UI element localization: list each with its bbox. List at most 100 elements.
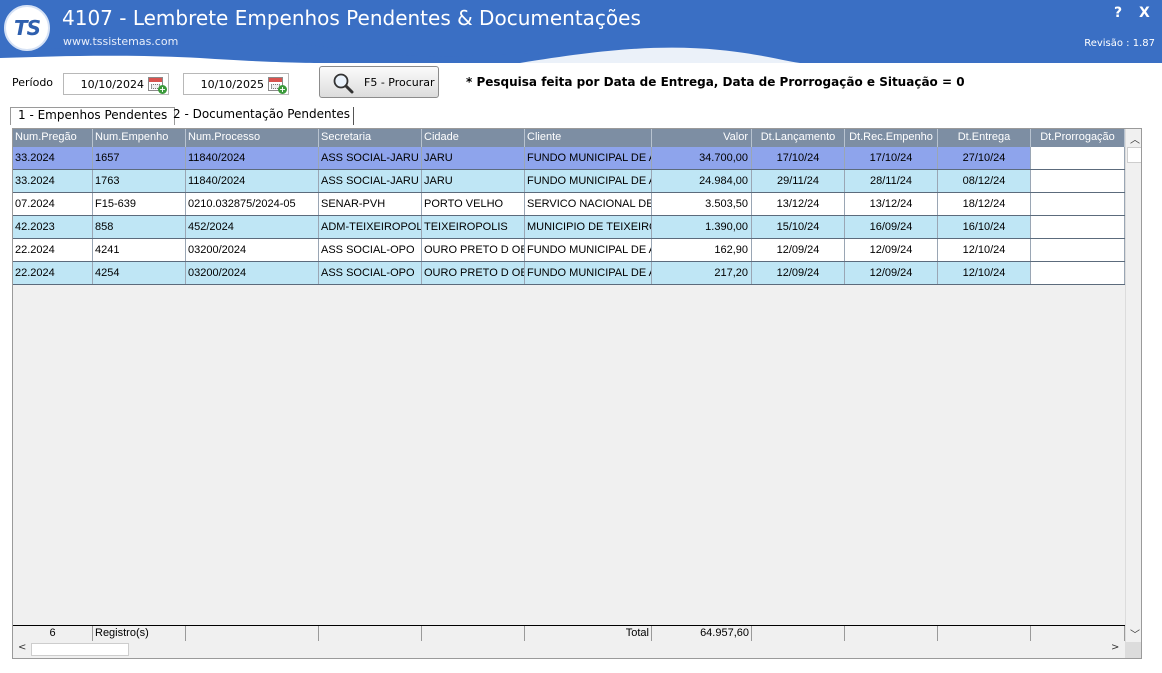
column-header-dt-entrega[interactable]: Dt.Entrega — [938, 129, 1031, 147]
cell-num-pregao[interactable]: 33.2024 — [13, 147, 93, 169]
cell-dt-lancamento[interactable]: 17/10/24 — [752, 147, 845, 169]
column-header-secretaria[interactable]: Secretaria — [319, 129, 422, 147]
cell-valor[interactable]: 217,20 — [652, 262, 752, 284]
date-from-field[interactable]: 10/10/2024 + — [63, 73, 169, 95]
cell-cliente[interactable]: FUNDO MUNICIPAL DE AS — [525, 262, 652, 284]
cell-num-pregao[interactable]: 22.2024 — [13, 262, 93, 284]
column-header-dt-prorrogacao[interactable]: Dt.Prorrogação — [1031, 129, 1125, 147]
calendar-icon[interactable]: + — [148, 77, 167, 94]
cell-dt-rec-empenho[interactable]: 12/09/24 — [845, 262, 938, 284]
column-header-dt-lancamento[interactable]: Dt.Lançamento — [752, 129, 845, 147]
cell-num-pregao[interactable]: 07.2024 — [13, 193, 93, 215]
cell-dt-entrega[interactable]: 27/10/24 — [938, 147, 1031, 169]
cell-secretaria[interactable]: ADM-TEIXEIROPOLIS — [319, 216, 422, 238]
horizontal-scrollbar[interactable]: < > — [13, 641, 1125, 658]
scroll-right-icon[interactable]: > — [1111, 642, 1119, 653]
table-row[interactable]: 42.2023 858 452/2024 ADM-TEIXEIROPOLIS TEIXE… — [13, 216, 1125, 239]
cell-num-empenho[interactable]: F15-639 — [93, 193, 186, 215]
cell-dt-rec-empenho[interactable]: 12/09/24 — [845, 239, 938, 261]
cell-dt-lancamento[interactable]: 12/09/24 — [752, 239, 845, 261]
column-header-dt-rec-empenho[interactable]: Dt.Rec.Empenho — [845, 129, 938, 147]
cell-valor[interactable]: 3.503,50 — [652, 193, 752, 215]
cell-cliente[interactable]: MUNICIPIO DE TEIXEIROI — [525, 216, 652, 238]
cell-valor[interactable]: 1.390,00 — [652, 216, 752, 238]
cell-cidade[interactable]: PORTO VELHO — [422, 193, 525, 215]
cell-dt-rec-empenho[interactable]: 17/10/24 — [845, 147, 938, 169]
cell-dt-rec-empenho[interactable]: 16/09/24 — [845, 216, 938, 238]
cell-secretaria[interactable]: ASS SOCIAL-OPO — [319, 262, 422, 284]
cell-dt-lancamento[interactable]: 13/12/24 — [752, 193, 845, 215]
cell-num-processo[interactable]: 0210.032875/2024-05 — [186, 193, 319, 215]
cell-dt-entrega[interactable]: 18/12/24 — [938, 193, 1031, 215]
cell-dt-lancamento[interactable]: 15/10/24 — [752, 216, 845, 238]
column-header-cliente[interactable]: Cliente — [525, 129, 652, 147]
column-header-valor[interactable]: Valor — [652, 129, 752, 147]
cell-dt-prorrogacao[interactable] — [1031, 216, 1125, 238]
scroll-left-icon[interactable]: < — [18, 642, 26, 653]
table-row[interactable]: 33.2024 1763 11840/2024 ASS SOCIAL-JARU JARU… — [13, 170, 1125, 193]
cell-dt-entrega[interactable]: 16/10/24 — [938, 216, 1031, 238]
cell-cidade[interactable]: OURO PRETO D OES — [422, 262, 525, 284]
column-header-num-pregao[interactable]: Num.Pregão — [13, 129, 93, 147]
cell-dt-prorrogacao[interactable] — [1031, 239, 1125, 261]
cell-num-processo[interactable]: 03200/2024 — [186, 262, 319, 284]
table-row[interactable]: 33.2024 1657 11840/2024 ASS SOCIAL-JARU JARU… — [13, 147, 1125, 170]
cell-dt-lancamento[interactable]: 29/11/24 — [752, 170, 845, 192]
cell-num-empenho[interactable]: 1657 — [93, 147, 186, 169]
search-button[interactable]: F5 - Procurar — [319, 66, 439, 98]
cell-secretaria[interactable]: ASS SOCIAL-JARU — [319, 170, 422, 192]
cell-dt-rec-empenho[interactable]: 28/11/24 — [845, 170, 938, 192]
cell-dt-prorrogacao[interactable] — [1031, 193, 1125, 215]
vertical-scroll-thumb[interactable] — [1127, 147, 1141, 163]
tab-empenhos-pendentes[interactable]: 1 - Empenhos Pendentes — [10, 107, 176, 125]
cell-num-empenho[interactable]: 4254 — [93, 262, 186, 284]
column-header-num-processo[interactable]: Num.Processo — [186, 129, 319, 147]
scroll-down-icon[interactable]: ﹀ — [1130, 626, 1140, 641]
date-to-field[interactable]: 10/10/2025 + — [183, 73, 289, 95]
cell-valor[interactable]: 162,90 — [652, 239, 752, 261]
scroll-up-icon[interactable]: ︿ — [1130, 131, 1140, 146]
cell-dt-rec-empenho[interactable]: 13/12/24 — [845, 193, 938, 215]
cell-secretaria[interactable]: ASS SOCIAL-JARU — [319, 147, 422, 169]
cell-cliente[interactable]: FUNDO MUNICIPAL DE AS — [525, 170, 652, 192]
cell-cidade[interactable]: JARU — [422, 170, 525, 192]
cell-num-processo[interactable]: 11840/2024 — [186, 170, 319, 192]
vertical-scrollbar[interactable]: ︿ ﹀ — [1125, 129, 1141, 642]
cell-cliente[interactable]: SERVICO NACIONAL DE A — [525, 193, 652, 215]
cell-num-processo[interactable]: 03200/2024 — [186, 239, 319, 261]
table-row[interactable]: 07.2024 F15-639 0210.032875/2024-05 SENAR-P… — [13, 193, 1125, 216]
column-header-cidade[interactable]: Cidade — [422, 129, 525, 147]
cell-cliente[interactable]: FUNDO MUNICIPAL DE AS — [525, 147, 652, 169]
cell-cliente[interactable]: FUNDO MUNICIPAL DE AS — [525, 239, 652, 261]
cell-dt-prorrogacao[interactable] — [1031, 262, 1125, 284]
table-row[interactable]: 22.2024 4254 03200/2024 ASS SOCIAL-OPO OURO … — [13, 262, 1125, 285]
cell-dt-entrega[interactable]: 12/10/24 — [938, 262, 1031, 284]
close-button[interactable]: X — [1139, 5, 1150, 21]
cell-num-empenho[interactable]: 4241 — [93, 239, 186, 261]
help-button[interactable]: ? — [1114, 5, 1122, 21]
cell-dt-entrega[interactable]: 08/12/24 — [938, 170, 1031, 192]
cell-valor[interactable]: 34.700,00 — [652, 147, 752, 169]
cell-dt-prorrogacao[interactable] — [1031, 170, 1125, 192]
table-row[interactable]: 22.2024 4241 03200/2024 ASS SOCIAL-OPO OURO … — [13, 239, 1125, 262]
cell-num-empenho[interactable]: 1763 — [93, 170, 186, 192]
cell-dt-lancamento[interactable]: 12/09/24 — [752, 262, 845, 284]
tab-documentacao-pendentes[interactable]: 2 - Documentação Pendentes — [170, 107, 354, 125]
cell-dt-entrega[interactable]: 12/10/24 — [938, 239, 1031, 261]
cell-num-processo[interactable]: 11840/2024 — [186, 147, 319, 169]
cell-num-empenho[interactable]: 858 — [93, 216, 186, 238]
cell-cidade[interactable]: TEIXEIROPOLIS — [422, 216, 525, 238]
cell-num-pregao[interactable]: 22.2024 — [13, 239, 93, 261]
calendar-icon[interactable]: + — [268, 77, 287, 94]
cell-secretaria[interactable]: ASS SOCIAL-OPO — [319, 239, 422, 261]
column-header-num-empenho[interactable]: Num.Empenho — [93, 129, 186, 147]
cell-valor[interactable]: 24.984,00 — [652, 170, 752, 192]
cell-cidade[interactable]: OURO PRETO D OES — [422, 239, 525, 261]
cell-num-pregao[interactable]: 33.2024 — [13, 170, 93, 192]
cell-secretaria[interactable]: SENAR-PVH — [319, 193, 422, 215]
horizontal-scroll-thumb[interactable] — [31, 643, 129, 656]
cell-num-processo[interactable]: 452/2024 — [186, 216, 319, 238]
cell-cidade[interactable]: JARU — [422, 147, 525, 169]
cell-num-pregao[interactable]: 42.2023 — [13, 216, 93, 238]
cell-dt-prorrogacao[interactable] — [1031, 147, 1125, 169]
